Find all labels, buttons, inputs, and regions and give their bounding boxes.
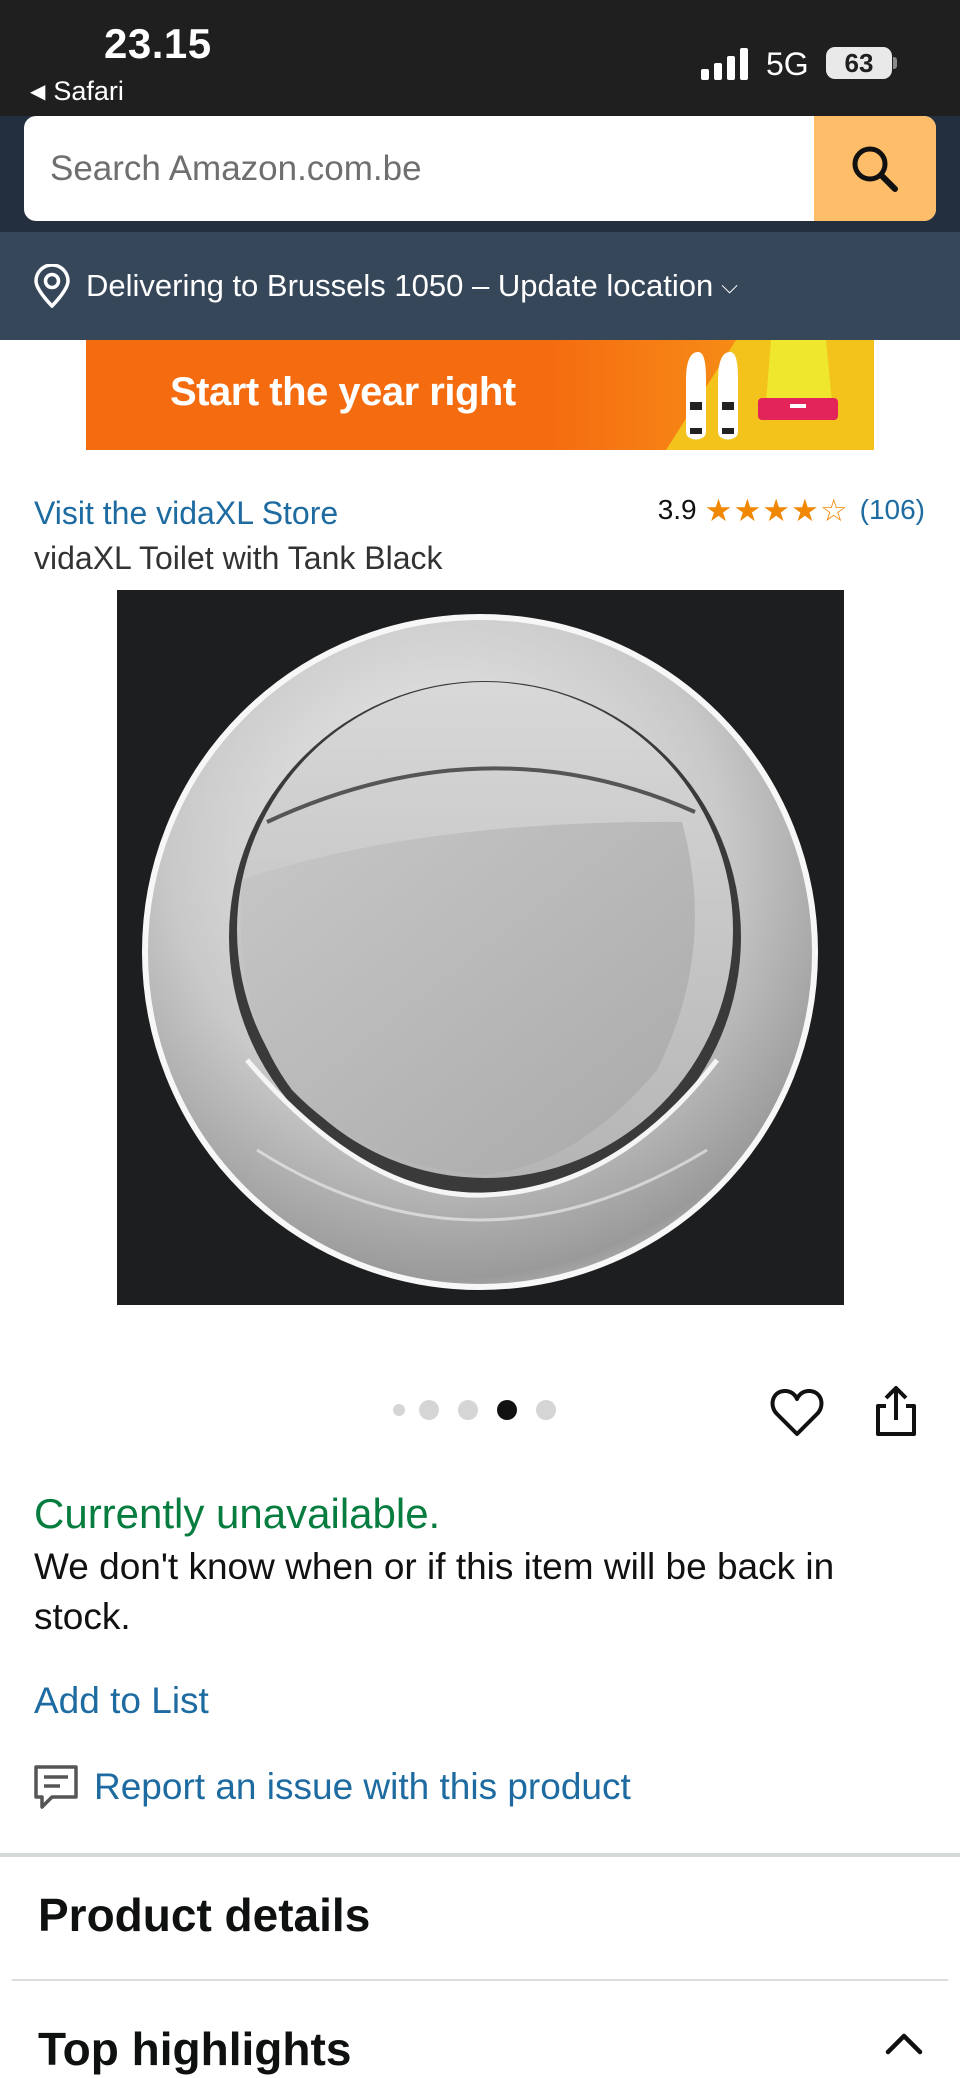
product-title: vidaXL Toilet with Tank Black [34,540,443,576]
share-icon[interactable] [872,1384,920,1438]
carousel-dot[interactable] [458,1400,478,1420]
chevron-up-icon[interactable] [884,2030,924,2056]
flush-button-image [142,614,818,1290]
report-issue-link[interactable]: Report an issue with this product [32,1763,631,1811]
feedback-icon [34,1765,78,1809]
availability-message: We don't know when or if this item will … [34,1546,835,1637]
delivery-text: Delivering to Brussels 1050 – Update loc… [86,268,714,303]
star-empty-icon: ☆ [819,492,848,528]
delivery-location-bar[interactable]: Delivering to Brussels 1050 – Update loc… [0,232,960,340]
network-type: 5G [766,46,809,82]
battery-icon: 63 [826,47,892,79]
carousel-dot-active[interactable] [497,1400,517,1420]
back-triangle-icon: ◀ [30,81,46,103]
chevron-down-icon: ⌵ [721,273,738,298]
back-app-label: Safari [53,76,124,106]
banner-headline: Start the year right [170,370,516,414]
rating-count-link[interactable]: (106) [860,494,925,526]
star-filled-icon: ★ [733,492,762,528]
wishlist-heart-icon[interactable] [770,1386,824,1438]
battery-level: 63 [844,47,874,78]
availability-status: Currently unavailable. [34,1490,441,1537]
top-highlights-heading[interactable]: Top highlights [38,2022,351,2076]
back-to-app-button[interactable]: ◀ Safari [30,76,124,107]
search-box [24,116,936,221]
banner-products-image [666,340,874,450]
product-image[interactable] [117,590,844,1305]
carousel-dot[interactable] [536,1400,556,1420]
section-divider [12,1979,948,1981]
add-to-list-link[interactable]: Add to List [34,1680,209,1722]
cellular-signal-icon [701,48,748,80]
star-rating: ★ ★ ★ ★ ☆ [705,495,848,526]
location-pin-icon [34,264,70,308]
search-icon [852,146,898,192]
promo-banner[interactable]: Start the year right [86,340,874,450]
carousel-dot[interactable] [393,1404,405,1416]
star-filled-icon: ★ [791,492,819,528]
search-header [0,116,960,232]
visit-store-link[interactable]: Visit the vidaXL Store [34,495,338,532]
rating-summary[interactable]: 3.9 ★ ★ ★ ★ ☆ (106) [658,494,925,526]
clock: 23.15 [104,20,212,67]
search-input[interactable] [24,116,814,221]
report-issue-label: Report an issue with this product [94,1766,631,1807]
star-filled-icon: ★ [704,492,733,528]
battery-nub [893,57,897,69]
section-divider [0,1853,960,1857]
carousel-dot[interactable] [419,1400,439,1420]
product-details-heading[interactable]: Product details [38,1888,370,1942]
rating-value: 3.9 [657,494,697,525]
star-filled-icon: ★ [762,492,791,528]
image-carousel-dots [393,1400,575,1420]
status-bar: 23.15 ◀ Safari 5G 63 [0,0,960,116]
search-button[interactable] [814,116,936,221]
